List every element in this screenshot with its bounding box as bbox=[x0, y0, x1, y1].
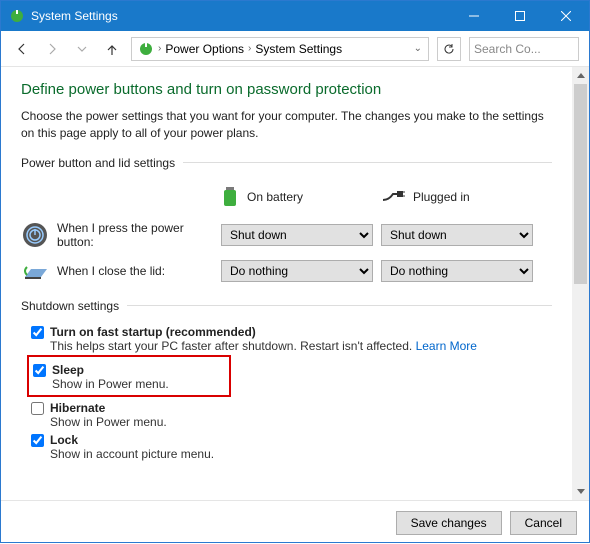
forward-button[interactable] bbox=[41, 38, 63, 60]
shutdown-settings-group: Shutdown settings Turn on fast startup (… bbox=[21, 299, 552, 463]
on-battery-header: On battery bbox=[221, 184, 381, 211]
lock-label: Lock bbox=[50, 433, 214, 447]
save-button[interactable]: Save changes bbox=[396, 511, 502, 535]
search-placeholder: Search Co... bbox=[474, 42, 541, 56]
scrollbar[interactable] bbox=[572, 67, 589, 500]
breadcrumb[interactable]: › Power Options › System Settings ⌄ bbox=[131, 37, 429, 61]
power-button-row: When I press the power button: Shut down… bbox=[21, 221, 552, 249]
up-button[interactable] bbox=[101, 38, 123, 60]
power-button-label: When I press the power button: bbox=[57, 221, 221, 249]
lid-label: When I close the lid: bbox=[57, 264, 165, 278]
page-title: Define power buttons and turn on passwor… bbox=[21, 81, 552, 98]
power-button-lid-group: Power button and lid settings On battery… bbox=[21, 156, 552, 285]
power-options-icon bbox=[138, 41, 154, 57]
intro-text: Choose the power settings that you want … bbox=[21, 108, 552, 142]
search-input[interactable]: Search Co... bbox=[469, 37, 579, 61]
fast-startup-checkbox[interactable] bbox=[31, 326, 44, 339]
close-button[interactable] bbox=[543, 1, 589, 31]
recent-dropdown[interactable] bbox=[71, 38, 93, 60]
chevron-right-icon: › bbox=[248, 43, 251, 54]
fast-startup-row: Turn on fast startup (recommended) This … bbox=[31, 325, 552, 353]
scroll-down-button[interactable] bbox=[572, 483, 589, 500]
fast-startup-label: Turn on fast startup (recommended) bbox=[50, 325, 477, 339]
app-icon bbox=[9, 8, 25, 24]
minimize-button[interactable] bbox=[451, 1, 497, 31]
window-buttons bbox=[451, 1, 589, 31]
power-button-icon bbox=[21, 221, 49, 249]
hibernate-desc: Show in Power menu. bbox=[50, 415, 167, 429]
fast-startup-desc: This helps start your PC faster after sh… bbox=[50, 339, 477, 353]
scroll-up-button[interactable] bbox=[572, 67, 589, 84]
content-area: Define power buttons and turn on passwor… bbox=[1, 67, 572, 500]
sleep-checkbox[interactable] bbox=[33, 364, 46, 377]
lid-plugged-select[interactable]: Do nothing bbox=[381, 260, 533, 282]
hibernate-label: Hibernate bbox=[50, 401, 167, 415]
refresh-button[interactable] bbox=[437, 37, 461, 61]
lock-desc: Show in account picture menu. bbox=[50, 447, 214, 461]
window-title: System Settings bbox=[31, 9, 451, 23]
plugged-in-header: Plugged in bbox=[381, 184, 541, 211]
scroll-track[interactable] bbox=[572, 84, 589, 483]
sleep-desc: Show in Power menu. bbox=[52, 377, 169, 391]
sleep-label: Sleep bbox=[52, 363, 169, 377]
back-button[interactable] bbox=[11, 38, 33, 60]
crumb-power-options[interactable]: Power Options bbox=[165, 42, 244, 56]
power-button-plugged-select[interactable]: Shut down bbox=[381, 224, 533, 246]
scroll-thumb[interactable] bbox=[574, 84, 587, 284]
maximize-button[interactable] bbox=[497, 1, 543, 31]
footer: Save changes Cancel bbox=[1, 500, 589, 544]
sleep-highlight: Sleep Show in Power menu. bbox=[27, 355, 231, 397]
battery-icon bbox=[221, 184, 239, 211]
lock-checkbox[interactable] bbox=[31, 434, 44, 447]
power-button-battery-select[interactable]: Shut down bbox=[221, 224, 373, 246]
hibernate-checkbox[interactable] bbox=[31, 402, 44, 415]
crumb-system-settings[interactable]: System Settings bbox=[255, 42, 342, 56]
titlebar: System Settings bbox=[1, 1, 589, 31]
nav-toolbar: › Power Options › System Settings ⌄ Sear… bbox=[1, 31, 589, 67]
chevron-right-icon: › bbox=[158, 43, 161, 54]
lid-icon bbox=[21, 257, 49, 285]
sleep-row: Sleep Show in Power menu. bbox=[33, 363, 169, 391]
lid-row: When I close the lid: Do nothing Do noth… bbox=[21, 257, 552, 285]
plug-icon bbox=[381, 188, 405, 207]
group-label: Power button and lid settings bbox=[21, 156, 183, 170]
lid-battery-select[interactable]: Do nothing bbox=[221, 260, 373, 282]
chevron-down-icon[interactable]: ⌄ bbox=[414, 43, 422, 54]
learn-more-link[interactable]: Learn More bbox=[416, 339, 477, 353]
cancel-button[interactable]: Cancel bbox=[510, 511, 577, 535]
group-label: Shutdown settings bbox=[21, 299, 127, 313]
lock-row: Lock Show in account picture menu. bbox=[31, 433, 552, 461]
hibernate-row: Hibernate Show in Power menu. bbox=[31, 401, 552, 429]
